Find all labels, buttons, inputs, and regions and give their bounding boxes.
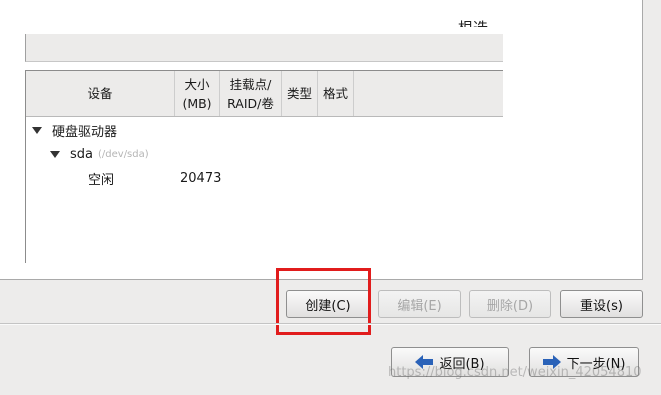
row-label: 空闲	[88, 172, 115, 188]
column-header-mount[interactable]: 挂载点/ RAID/卷	[220, 71, 282, 116]
divider-highlight	[0, 324, 661, 325]
tree-row-free[interactable]: 空闲	[88, 167, 114, 189]
column-header-device[interactable]: 设备	[26, 71, 175, 116]
tree-row-sda[interactable]: sda (/dev/sda)	[50, 143, 149, 165]
delete-button[interactable]: 删除(D)	[469, 290, 551, 318]
device-path: (/dev/sda)	[98, 148, 149, 160]
reset-button[interactable]: 重设(s)	[560, 290, 643, 318]
expander-open-icon[interactable]	[50, 150, 60, 158]
row-label: 硬盘驱动器	[52, 124, 118, 140]
cell-size: 20473	[180, 167, 221, 189]
column-header-format[interactable]: 格式	[318, 71, 354, 116]
partition-tree[interactable]: 设备 大小 (MB) 挂载点/ RAID/卷 类型 格式 硬盘驱动器 sda (…	[25, 70, 503, 263]
expander-open-icon[interactable]	[32, 126, 42, 134]
partition-panel: 根选 设备 大小 (MB) 挂载点/ RAID/卷 类型 格式 硬盘驱动器 sd…	[0, 0, 643, 280]
column-header-type[interactable]: 类型	[282, 71, 318, 116]
edit-button[interactable]: 编辑(E)	[378, 290, 461, 318]
truncated-heading: 根选	[458, 16, 488, 27]
upper-area	[25, 34, 503, 62]
column-header-size[interactable]: 大小 (MB)	[175, 71, 220, 116]
row-label: sda	[70, 146, 93, 162]
size-value: 20473	[180, 170, 222, 186]
tree-row-hard-drives[interactable]: 硬盘驱动器	[32, 119, 117, 141]
tree-header: 设备 大小 (MB) 挂载点/ RAID/卷 类型 格式	[26, 71, 503, 117]
watermark-text: https://blog.csdn.net/weixin_42054810	[388, 365, 642, 380]
